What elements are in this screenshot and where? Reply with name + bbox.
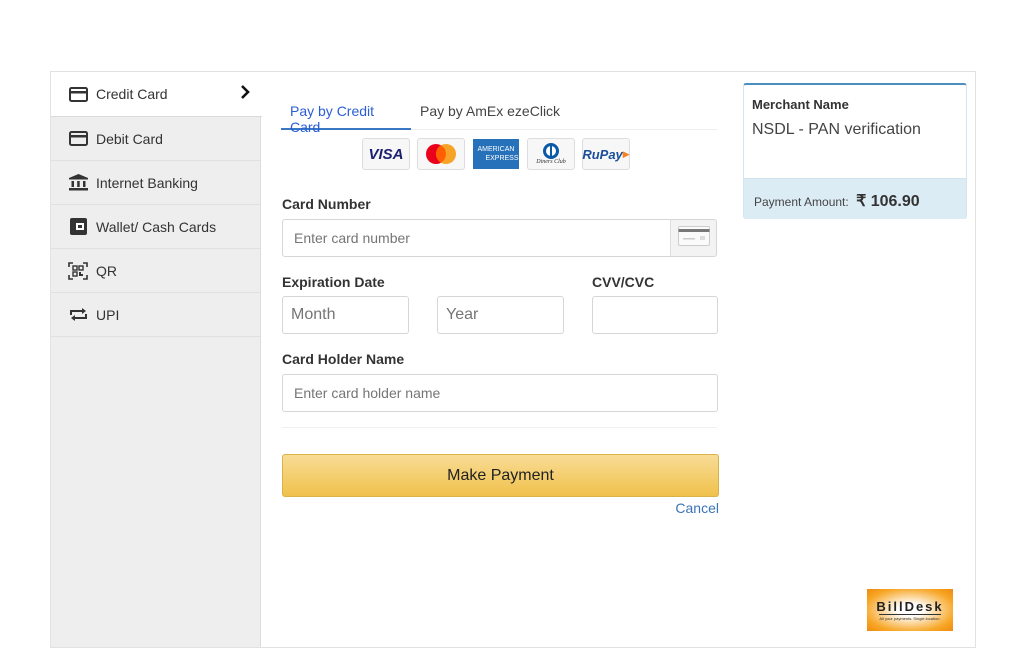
sidebar-item-qr[interactable]: QR xyxy=(51,249,260,293)
merchant-name-label: Merchant Name xyxy=(752,97,849,112)
cvv-label: CVV/CVC xyxy=(592,274,655,290)
sidebar-item-debit-card[interactable]: Debit Card xyxy=(51,117,260,161)
card-holder-name-label: Card Holder Name xyxy=(282,351,405,367)
sidebar-item-upi[interactable]: UPI xyxy=(51,293,260,337)
sidebar-item-wallet[interactable]: Wallet/ Cash Cards xyxy=(51,205,260,249)
payment-panel: Credit Card Debit Card Internet Banking … xyxy=(50,71,976,648)
tab-pay-by-credit-card[interactable]: Pay by Credit Card xyxy=(281,98,411,135)
rupay-logo: RuPay ▶ xyxy=(582,138,630,170)
card-number-input[interactable] xyxy=(282,219,671,257)
visa-text: VISA xyxy=(368,145,404,163)
form-divider xyxy=(282,427,717,428)
sidebar-item-label: UPI xyxy=(96,306,120,323)
billdesk-tagline: All your payments. Single location. xyxy=(879,614,941,621)
expiry-year-input[interactable] xyxy=(437,296,564,334)
payment-amount-value: ₹ 106.90 xyxy=(856,193,920,210)
rupay-arrow-icon: ▶ xyxy=(622,148,630,159)
amex-text-1: AMERICAN xyxy=(477,146,515,153)
card-icon xyxy=(677,225,710,251)
payment-amount-row: Payment Amount: ₹ 106.90 xyxy=(744,178,966,219)
qr-code-icon xyxy=(67,261,89,280)
expiry-month-input[interactable] xyxy=(282,296,409,334)
billdesk-brand-text: BillDesk xyxy=(876,599,944,614)
tab-pay-by-amex-ezeclick[interactable]: Pay by AmEx ezeClick xyxy=(411,98,569,130)
sidebar-item-credit-card[interactable]: Credit Card xyxy=(51,72,262,117)
diners-club-logo: Diners Club xyxy=(527,138,575,170)
visa-logo: VISA xyxy=(362,138,410,170)
cancel-link[interactable]: Cancel xyxy=(675,500,719,516)
card-input-addon xyxy=(670,219,717,257)
wallet-icon xyxy=(67,218,89,236)
debit-card-icon xyxy=(67,130,89,148)
upi-icon xyxy=(67,306,89,324)
amex-logo: AMERICAN EXPRESS xyxy=(472,138,520,170)
chevron-right-icon xyxy=(240,84,250,105)
amex-text-2: EXPRESS xyxy=(485,155,519,162)
cvv-input[interactable] xyxy=(592,296,718,334)
sidebar-item-label: Wallet/ Cash Cards xyxy=(96,218,217,235)
card-holder-name-input[interactable] xyxy=(282,374,718,412)
mastercard-logo xyxy=(417,138,465,170)
accepted-cards: VISA AMERICAN EXPRESS Diners Club RuPay … xyxy=(362,138,630,170)
sidebar-item-label: Debit Card xyxy=(96,130,163,147)
payment-tabs: Pay by Credit Card Pay by AmEx ezeClick xyxy=(281,98,717,135)
diners-text: Diners Club xyxy=(536,159,566,165)
merchant-name-value: NSDL - PAN verification xyxy=(752,121,921,138)
sidebar-item-internet-banking[interactable]: Internet Banking xyxy=(51,161,260,205)
sidebar-item-label: Internet Banking xyxy=(96,174,198,191)
card-number-label: Card Number xyxy=(282,196,371,212)
make-payment-button[interactable]: Make Payment xyxy=(282,454,719,497)
merchant-summary-card: Merchant Name NSDL - PAN verification Pa… xyxy=(743,83,967,219)
sidebar-item-label: QR xyxy=(96,262,117,279)
payment-method-sidebar: Credit Card Debit Card Internet Banking … xyxy=(51,72,262,647)
bank-icon xyxy=(67,174,89,192)
sidebar-item-label: Credit Card xyxy=(96,86,168,102)
credit-card-icon xyxy=(67,85,89,103)
expiration-date-label: Expiration Date xyxy=(282,274,385,290)
rupay-text: RuPay xyxy=(582,146,623,162)
billdesk-logo: BillDesk All your payments. Single locat… xyxy=(867,589,953,631)
payment-amount-label: Payment Amount: xyxy=(754,195,849,209)
